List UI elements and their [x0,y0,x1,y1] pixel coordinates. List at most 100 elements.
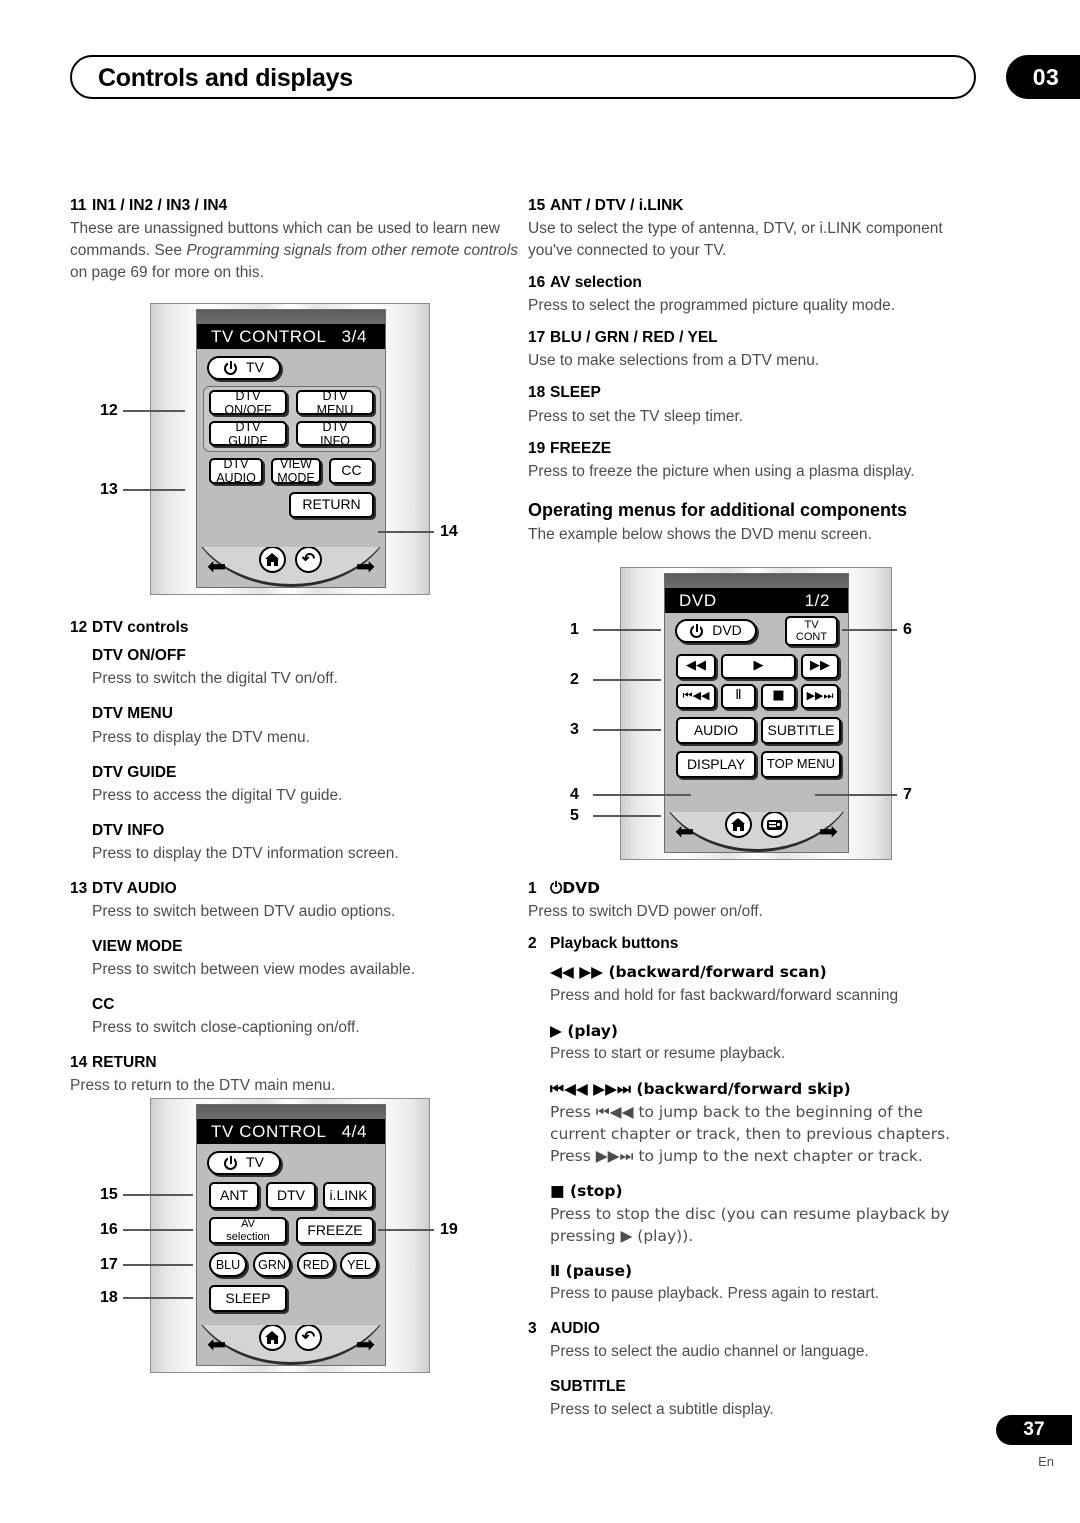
dvd-entry-2-heading: 2 Playback buttons [528,934,983,954]
entry-17-title: BLU / GRN / RED / YEL [550,329,718,347]
entry-dtv-onoff-body: Press to switch the digital TV on/off. [92,670,338,688]
remote-top-shade [197,310,385,324]
entry-view-mode-title: VIEW MODE [92,937,183,955]
entry-15: 15 ANT / DTV / i.LINK Use to select the t… [528,196,983,262]
power-icon-3 [690,624,704,638]
top-menu-button[interactable]: TOP MENU [761,751,841,778]
power-icon-2 [224,1156,238,1170]
back-icon-2[interactable]: ↶ [295,1325,322,1351]
dvd-power-button[interactable]: DVD [675,619,757,643]
callout-dvd-1: 1 [570,621,579,638]
dtv-button[interactable]: DTV [266,1182,316,1209]
av-selection-button[interactable]: AV selection [209,1217,287,1244]
back-icon[interactable]: ↶ [295,547,322,573]
nav-right-arrow-icon-3[interactable]: ➡ [819,820,838,843]
callout-13: 13 [100,481,118,498]
cc-label: CC [341,462,362,479]
ant-label: ANT [220,1186,248,1203]
stop-button[interactable]: ■ [761,684,796,709]
entry-12-title: DTV controls [92,619,189,637]
audio-button[interactable]: AUDIO [676,717,756,744]
dtv-audio-button[interactable]: DTV AUDIO [209,457,263,485]
house-shape-3 [731,818,746,831]
entry-15-heading: 15 ANT / DTV / i.LINK [528,196,983,216]
skip-backward-icon: ⏮◀◀ [682,689,710,703]
dtv-onoff-line1: DTV [235,388,261,403]
red-button[interactable]: RED [297,1252,335,1277]
nav-left-arrow-icon-2[interactable]: ⬅ [207,1333,226,1356]
callout-dvd-4: 4 [570,786,579,803]
nav-right-arrow-icon[interactable]: ➡ [356,555,375,578]
entry-dtv-onoff-title: DTV ON/OFF [92,647,186,665]
dtv-menu-line2: MENU [316,402,354,417]
nav-left-arrow-icon[interactable]: ⬅ [207,555,226,578]
display-button[interactable]: DISPLAY [676,751,756,778]
ant-button[interactable]: ANT [209,1182,259,1209]
entry-17-number: 17 [528,329,546,347]
dtv-guide-button[interactable]: DTV GUIDE [209,420,287,448]
entry-18: 18 SLEEP Press to set the TV sleep timer. [528,383,983,427]
grn-button[interactable]: GRN [253,1252,291,1277]
home-icon-2[interactable] [259,1325,286,1351]
cc-button[interactable]: CC [329,458,374,484]
component-icon[interactable] [761,812,788,838]
dtv-onoff-button[interactable]: DTV ON/OFF [209,388,287,417]
page-number-badge: 37 [996,1415,1072,1445]
remote-top-shade-2 [197,1105,385,1119]
freeze-button[interactable]: FREEZE [296,1217,374,1244]
entry-16-number: 16 [528,274,546,292]
dtv-info-button[interactable]: DTV INFO [296,420,374,448]
view-mode-button[interactable]: VIEW MODE [271,457,321,485]
pause-button[interactable]: Ⅱ [721,684,756,709]
screen-title-bar: TV CONTROL 3/4 [197,324,385,349]
dvd-entry-3-heading: 3 AUDIO [528,1319,983,1339]
house-shape [265,553,280,566]
entry-cc-body: Press to switch close-captioning on/off. [92,1019,360,1037]
page-header: Controls and displays [70,55,1010,100]
skip-backward-button[interactable]: ⏮◀◀ [676,684,716,709]
scan-backward-button[interactable]: ◀◀ [676,654,716,679]
power-icon [224,361,238,375]
dtv-guide-line2: GUIDE [228,433,268,448]
callout-19: 19 [440,1221,458,1238]
ilink-button[interactable]: i.LINK [323,1182,374,1209]
sleep-button[interactable]: SLEEP [209,1285,287,1312]
home-icon-3[interactable] [725,812,752,838]
entry-14-number: 14 [70,1054,88,1072]
yel-button[interactable]: YEL [340,1252,378,1277]
dvd-entry-2-number: 2 [528,935,537,953]
blu-button[interactable]: BLU [209,1252,247,1277]
return-button[interactable]: RETURN [289,492,374,518]
sleep-label: SLEEP [225,1289,271,1306]
tv-cont-button[interactable]: TV CONT [785,616,838,646]
entry-16: 16 AV selection Press to select the progr… [528,273,983,317]
dtv-menu-button[interactable]: DTV MENU [296,388,374,417]
subtitle-button[interactable]: SUBTITLE [761,717,841,744]
dvd-subtitle-body: Press to select a subtitle display. [550,1401,774,1419]
dvd-play-title: ▶ (play) [550,1021,618,1040]
nav-left-arrow-icon-3[interactable]: ⬅ [675,820,694,843]
scan-forward-button[interactable]: ▶▶ [801,654,839,679]
callout-dvd-2: 2 [570,671,579,688]
callout-dvd-6: 6 [903,621,912,638]
skip-forward-icon: ▶▶⏭ [806,689,834,703]
leader-line-dvd-4 [593,794,691,796]
tv-power-label-2: TV [246,1154,264,1171]
play-button[interactable]: ▶ [721,654,796,679]
av-selection-line2: selection [226,1230,270,1243]
nav-right-arrow-icon-2[interactable]: ➡ [356,1333,375,1356]
entry-19-number: 19 [528,439,546,457]
entry-12: 12 DTV controls DTV ON/OFF Press to switc… [70,618,525,865]
screen-page-indicator-2: 4/4 [341,1121,367,1141]
skip-forward-button[interactable]: ▶▶⏭ [801,684,839,709]
dvd-skip-body: Press ⏮◀◀ to jump back to the beginning … [550,1102,951,1165]
scan-backward-icon: ◀◀ [686,658,706,674]
dtv-menu-line1: DTV [322,388,348,403]
back-arrow-shape-2: ↶ [301,1328,316,1346]
dvd-power-label: DVD [712,622,742,639]
home-icon[interactable] [259,547,286,573]
tv-power-button[interactable]: TV [207,356,281,380]
remote-top-shade-3 [665,574,848,588]
entry-dtv-guide-title: DTV GUIDE [92,763,177,781]
tv-power-button-2[interactable]: TV [207,1151,281,1175]
